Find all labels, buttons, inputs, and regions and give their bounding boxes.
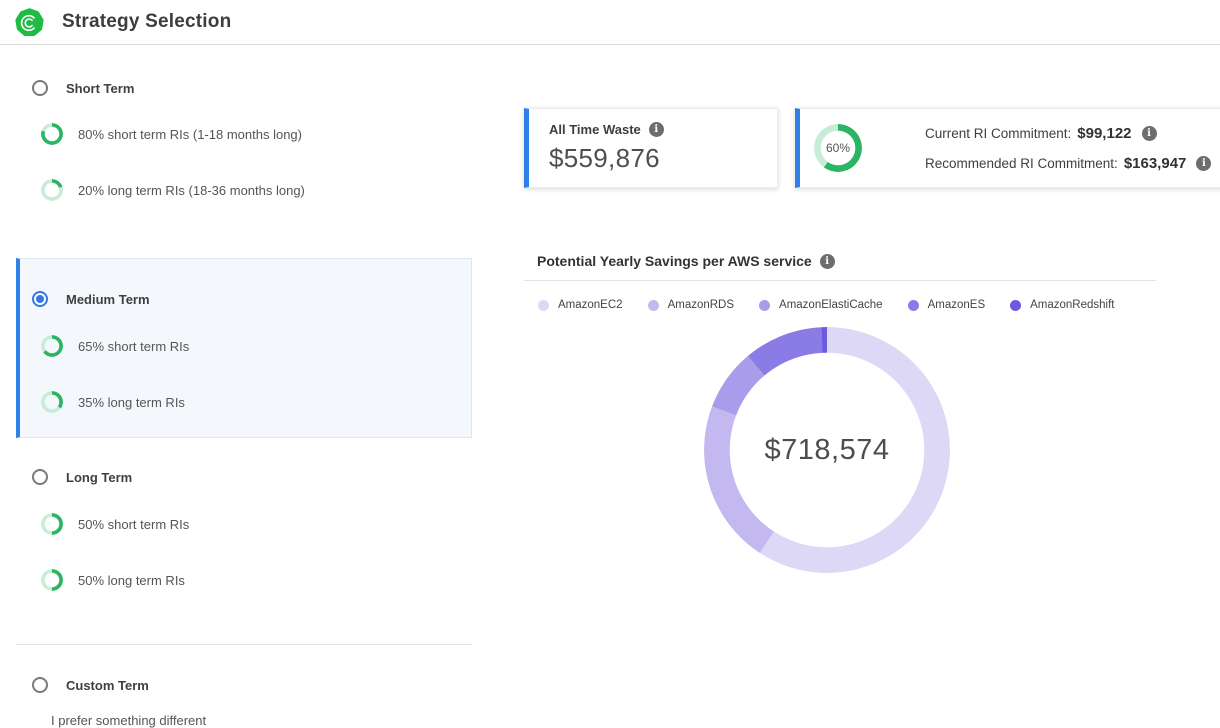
radio-long-term[interactable]: [32, 469, 48, 485]
info-icon[interactable]: i: [649, 122, 664, 137]
savings-donut-chart[interactable]: $718,574: [704, 327, 950, 573]
legend-item[interactable]: AmazonEC2: [538, 299, 623, 311]
info-icon[interactable]: i: [820, 254, 835, 269]
info-icon[interactable]: i: [1142, 126, 1157, 141]
allocation-label: 35% long term RIs: [78, 395, 185, 410]
legend-label: AmazonES: [928, 299, 986, 311]
legend-label: AmazonEC2: [558, 299, 623, 311]
legend-label: AmazonElastiCache: [779, 299, 883, 311]
app-header: Strategy Selection: [0, 0, 1220, 45]
divider: [524, 280, 1156, 281]
waste-card-title: All Time Waste: [549, 122, 641, 137]
recommended-commitment-value: $163,947: [1124, 155, 1187, 172]
allocation-label: 65% short term RIs: [78, 339, 189, 354]
legend-swatch-icon: [908, 300, 919, 311]
allocation-label: 20% long term RIs (18-36 months long): [78, 183, 305, 198]
gauge-percent-label: 60%: [814, 124, 862, 172]
custom-term-description: I prefer something different: [51, 713, 472, 728]
recommended-commitment-label: Recommended RI Commitment:: [925, 156, 1118, 171]
chart-legend: AmazonEC2 AmazonRDS AmazonElastiCache Am…: [524, 296, 1156, 314]
option-label: Medium Term: [66, 292, 150, 307]
savings-chart-section: Potential Yearly Savings per AWS service…: [524, 250, 1156, 573]
allocation-row: 50% long term RIs: [16, 569, 472, 591]
option-label: Long Term: [66, 470, 132, 485]
legend-swatch-icon: [1010, 300, 1021, 311]
ri-commitment-card: 60% Current RI Commitment: $99,122 i Rec…: [795, 108, 1220, 188]
current-commitment-label: Current RI Commitment:: [925, 126, 1071, 141]
info-icon[interactable]: i: [1196, 156, 1211, 171]
radio-short-term[interactable]: [32, 80, 48, 96]
chart-title: Potential Yearly Savings per AWS service: [537, 253, 812, 269]
all-time-waste-card: All Time Waste i $559,876: [524, 108, 778, 188]
radio-row-custom-term[interactable]: Custom Term: [16, 675, 472, 695]
allocation-row: 35% long term RIs: [20, 391, 471, 413]
legend-label: AmazonRDS: [668, 299, 734, 311]
brand-logo-icon: [14, 8, 45, 38]
allocation-ring-icon: [41, 335, 63, 357]
strategy-options: Short Term 80% short term RIs (1-18 mont…: [16, 45, 472, 728]
radio-row-short-term[interactable]: Short Term: [16, 78, 472, 98]
allocation-ring-icon: [41, 513, 63, 535]
legend-item[interactable]: AmazonRDS: [648, 299, 734, 311]
radio-medium-term[interactable]: [32, 291, 48, 307]
radio-row-long-term[interactable]: Long Term: [16, 467, 472, 487]
allocation-row: 20% long term RIs (18-36 months long): [16, 179, 472, 201]
commitment-gauge: 60%: [814, 124, 862, 172]
legend-item[interactable]: AmazonElastiCache: [759, 299, 883, 311]
strategy-option-medium-term-selected: Medium Term 65% short term RIs 35% long …: [16, 258, 472, 438]
legend-swatch-icon: [759, 300, 770, 311]
legend-swatch-icon: [538, 300, 549, 311]
strategy-option-short-term: Short Term 80% short term RIs (1-18 mont…: [16, 78, 472, 258]
strategy-option-long-term: Long Term 50% short term RIs 50% long te…: [16, 467, 472, 645]
legend-label: AmazonRedshift: [1030, 299, 1114, 311]
allocation-ring-icon: [41, 391, 63, 413]
allocation-label: 80% short term RIs (1-18 months long): [78, 127, 302, 142]
current-commitment-value: $99,122: [1077, 125, 1131, 142]
waste-card-value: $559,876: [549, 143, 777, 174]
current-commitment-line: Current RI Commitment: $99,122 i: [925, 122, 1211, 144]
allocation-row: 65% short term RIs: [20, 335, 471, 357]
allocation-row: 50% short term RIs: [16, 513, 472, 535]
option-label: Custom Term: [66, 678, 149, 693]
page-title: Strategy Selection: [62, 11, 231, 33]
option-label: Short Term: [66, 81, 134, 96]
allocation-ring-icon: [41, 123, 63, 145]
legend-swatch-icon: [648, 300, 659, 311]
allocation-label: 50% short term RIs: [78, 517, 189, 532]
allocation-ring-icon: [41, 569, 63, 591]
legend-item[interactable]: AmazonES: [908, 299, 986, 311]
allocation-label: 50% long term RIs: [78, 573, 185, 588]
legend-item[interactable]: AmazonRedshift: [1010, 299, 1114, 311]
allocation-row: 80% short term RIs (1-18 months long): [16, 123, 472, 145]
donut-center-total: $718,574: [704, 327, 950, 573]
allocation-ring-icon: [41, 179, 63, 201]
strategy-option-custom-term: Custom Term I prefer something different: [16, 675, 472, 728]
radio-row-medium-term[interactable]: Medium Term: [20, 289, 471, 309]
recommended-commitment-line: Recommended RI Commitment: $163,947 i: [925, 152, 1211, 174]
